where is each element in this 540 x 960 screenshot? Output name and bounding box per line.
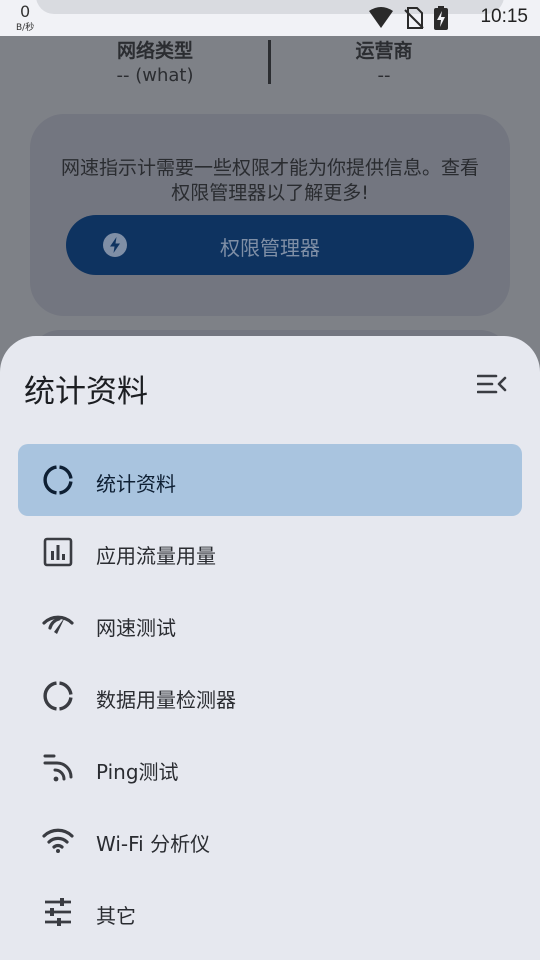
menu-item-app-data-usage[interactable]: 应用流量用量 (18, 516, 522, 588)
status-time: 10:15 (480, 6, 528, 27)
menu-item-data-usage-monitor[interactable]: 数据用量检测器 (18, 660, 522, 732)
menu-item-label: 统计资料 (96, 472, 176, 496)
network-info-divider (268, 40, 271, 84)
donut-outline-icon (42, 680, 74, 712)
navigation-sheet: 统计资料 统计资料 应用流量用量 网速测试 数据用量检测器 Ping测试 Wi-… (0, 336, 540, 960)
battery-charging-icon (434, 6, 448, 34)
status-icons (368, 6, 448, 34)
speedometer-icon (42, 608, 74, 640)
menu-item-speed-test[interactable]: 网速测试 (18, 588, 522, 660)
no-sim-icon (404, 7, 424, 33)
network-type-label: 网络类型 (116, 40, 193, 62)
permission-message: 网速指示计需要一些权限才能为你提供信息。查看权限管理器以了解更多! (60, 157, 479, 204)
menu-item-other[interactable]: 其它 (18, 876, 522, 948)
sheet-menu: 统计资料 应用流量用量 网速测试 数据用量检测器 Ping测试 Wi-Fi 分析… (18, 444, 522, 948)
menu-item-label: Ping测试 (96, 760, 179, 784)
status-bar: 0 B/秒 10:15 (0, 0, 540, 36)
menu-collapse-icon (476, 373, 507, 399)
bar-chart-icon (42, 536, 74, 568)
permission-manager-label: 权限管理器 (220, 238, 320, 260)
carrier-value: -- (377, 65, 391, 86)
tune-sliders-icon (42, 896, 74, 928)
signal-icon (368, 7, 394, 33)
menu-item-label: 数据用量检测器 (96, 688, 236, 712)
menu-item-label: 网速测试 (96, 616, 176, 640)
donut-chart-icon (42, 464, 74, 496)
sheet-title: 统计资料 (24, 374, 148, 410)
permission-card: 网速指示计需要一些权限才能为你提供信息。查看权限管理器以了解更多! 权限管理器 (30, 114, 510, 316)
menu-item-statistics[interactable]: 统计资料 (18, 444, 522, 516)
permission-manager-button[interactable]: 权限管理器 (66, 215, 474, 275)
wifi-icon (42, 824, 74, 856)
menu-item-ping-test[interactable]: Ping测试 (18, 732, 522, 804)
menu-item-wifi-analyzer[interactable]: Wi-Fi 分析仪 (18, 804, 522, 876)
carrier-label: 运营商 (355, 40, 413, 62)
menu-item-label: Wi-Fi 分析仪 (96, 832, 211, 856)
collapse-menu-button[interactable] (472, 366, 512, 406)
carrier-column: 运营商 -- (274, 36, 494, 86)
network-type-column: 网络类型 -- (what) (45, 36, 265, 86)
network-speed-value: 0 (20, 2, 31, 21)
menu-item-label: 其它 (96, 904, 136, 928)
network-speed-unit: B/秒 (16, 23, 35, 33)
network-type-value: -- (what) (116, 65, 194, 86)
ping-signal-icon (42, 752, 74, 784)
menu-item-label: 应用流量用量 (96, 544, 216, 568)
